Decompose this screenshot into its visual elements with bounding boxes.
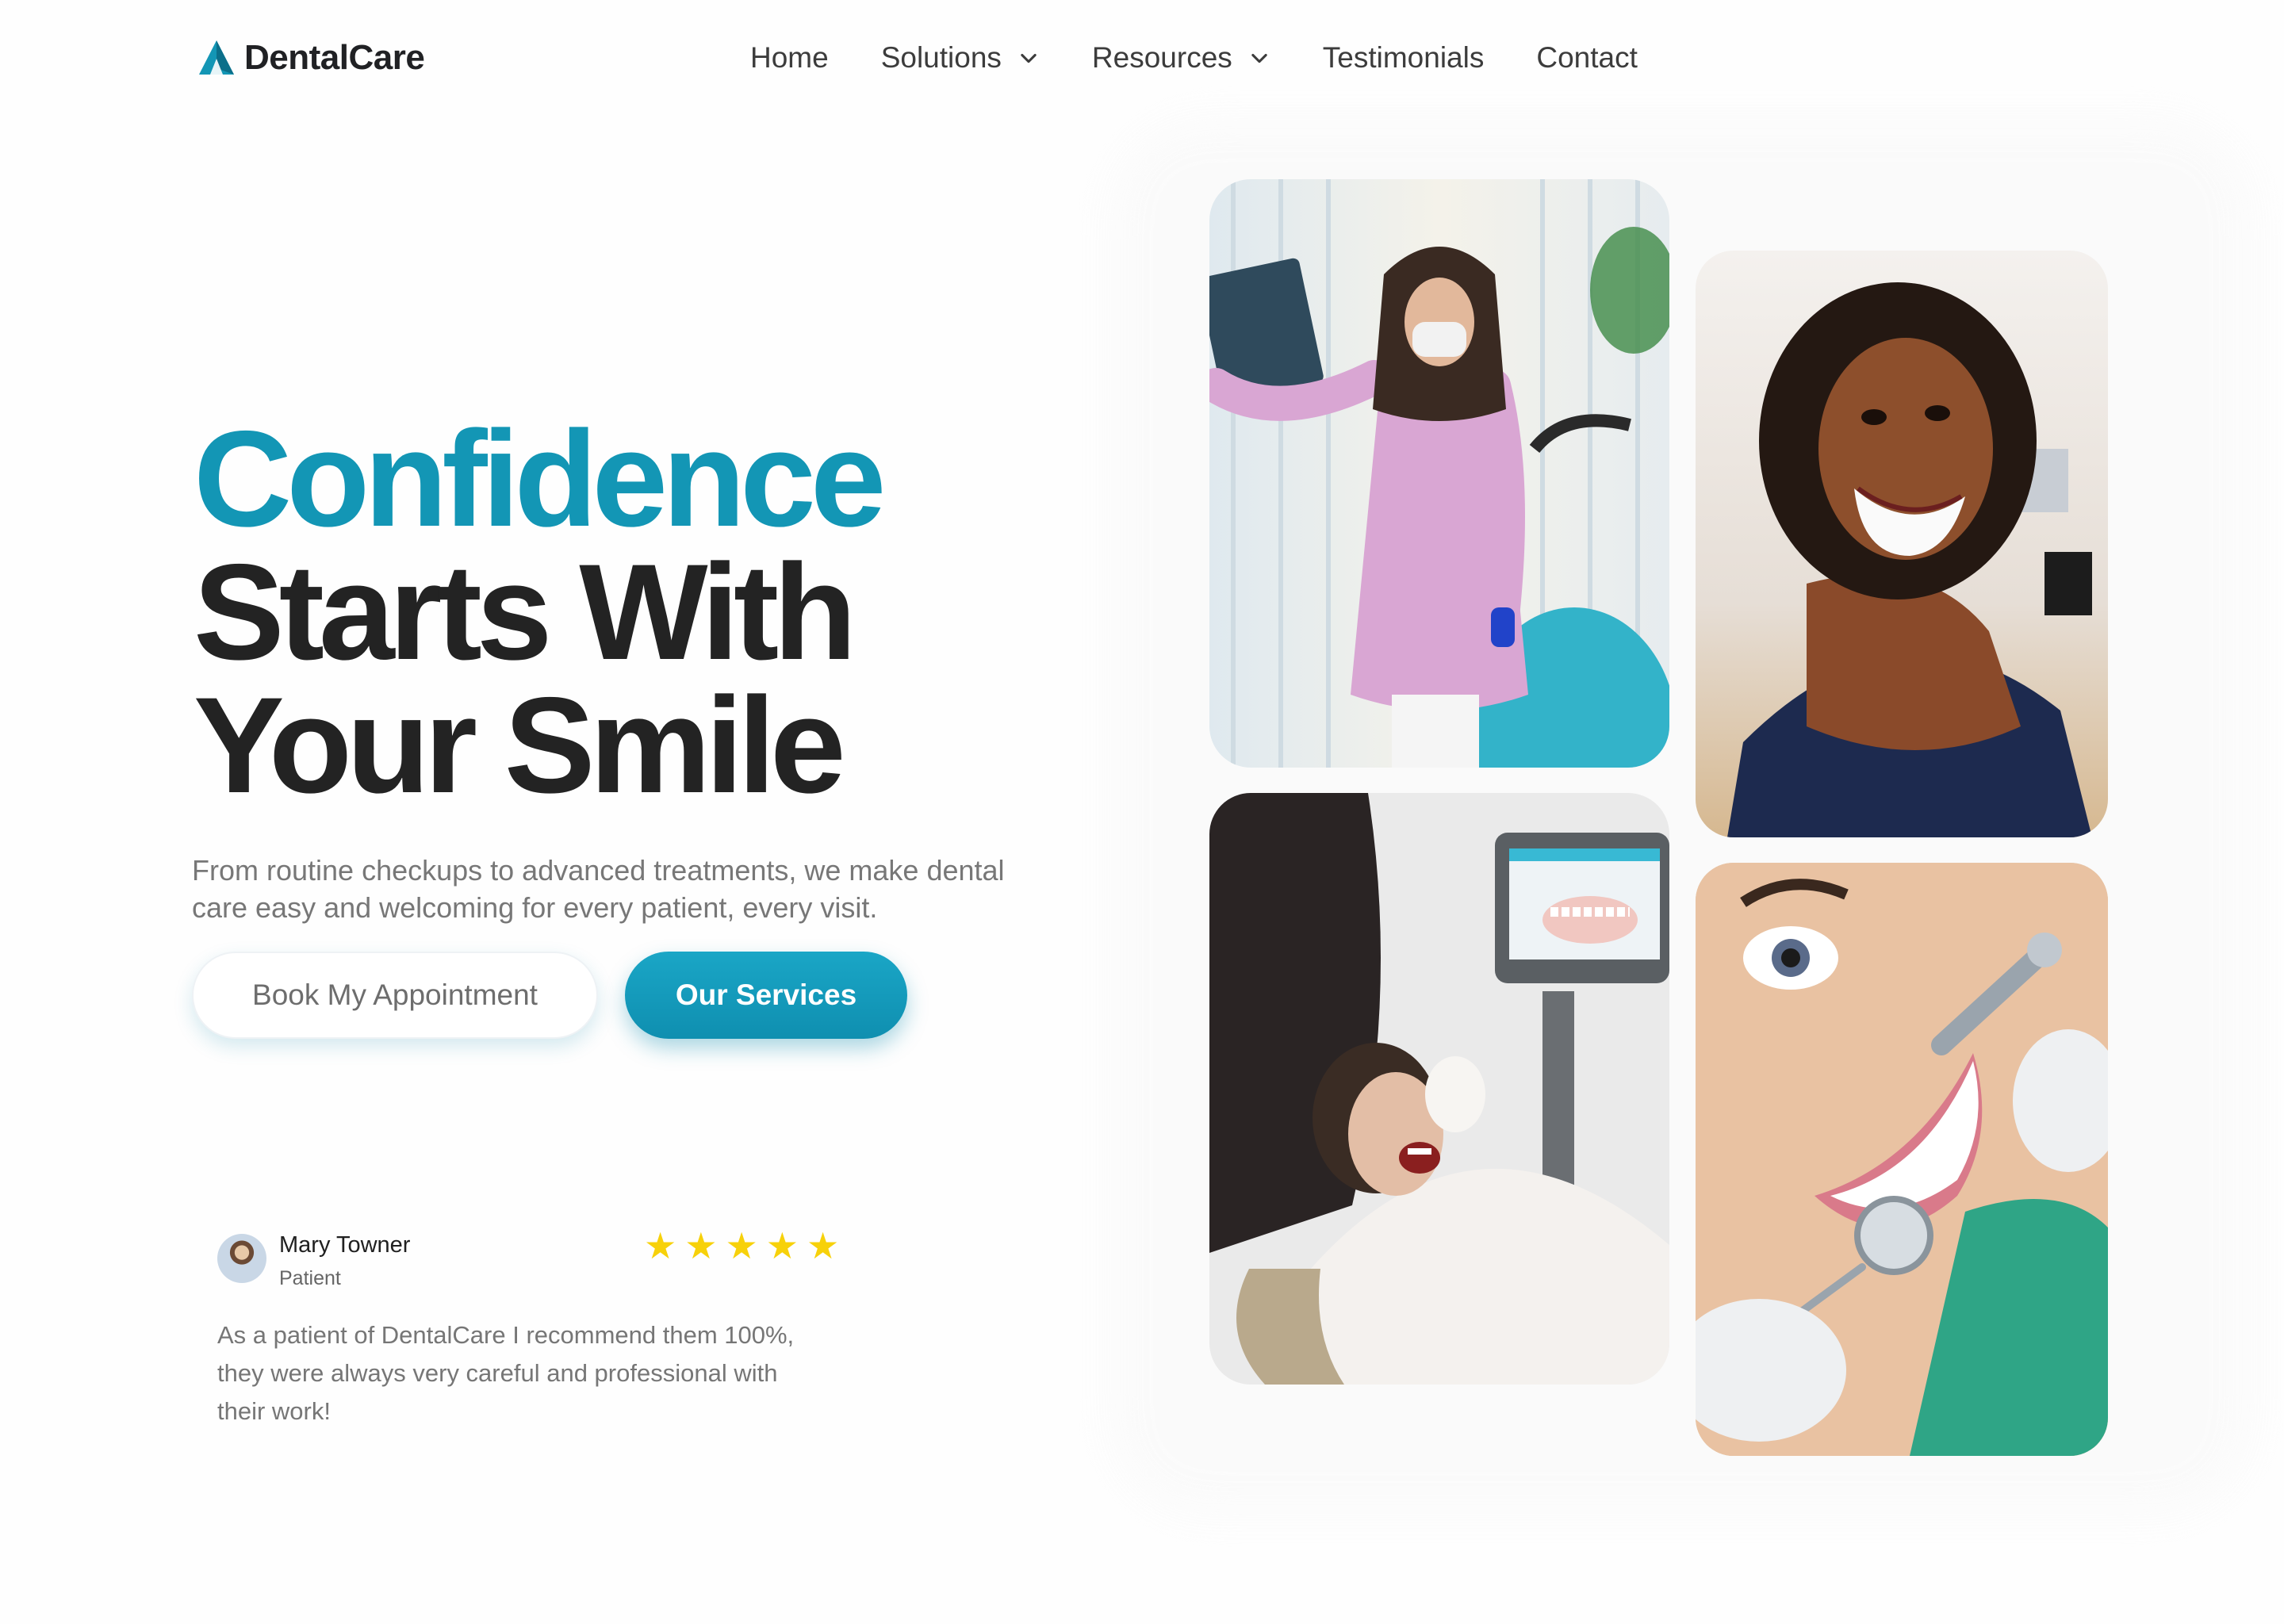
- nav-contact-label: Contact: [1536, 41, 1638, 74]
- nav-solutions[interactable]: Solutions: [881, 41, 1040, 75]
- nav-resources[interactable]: Resources: [1092, 41, 1270, 75]
- smiling-woman-photo: [1696, 251, 2108, 837]
- testimonial-role: Patient: [279, 1267, 341, 1289]
- nav-resources-label: Resources: [1091, 41, 1232, 74]
- hero-subtitle: From routine checkups to advanced treatm…: [192, 854, 1005, 924]
- chevron-down-icon: [1021, 53, 1037, 63]
- nav-testimonials[interactable]: Testimonials: [1323, 41, 1485, 75]
- main-nav: Home Solutions Resources Testimonials Co…: [750, 41, 1690, 75]
- star-icon: ★: [644, 1225, 677, 1266]
- hero-headline: Confidence Starts With Your Smile: [194, 403, 887, 822]
- nav-contact[interactable]: Contact: [1536, 41, 1638, 75]
- patient-exam-photo: [1209, 793, 1669, 1385]
- rating-stars: ★ ★ ★ ★ ★: [644, 1228, 839, 1264]
- star-icon: ★: [725, 1225, 758, 1266]
- chevron-down-icon: [1251, 53, 1267, 63]
- headline-line-3: Your Smile: [194, 669, 846, 822]
- nav-testimonials-label: Testimonials: [1322, 41, 1485, 74]
- star-icon: ★: [807, 1225, 840, 1266]
- nav-home[interactable]: Home: [750, 41, 829, 75]
- star-icon: ★: [765, 1225, 799, 1266]
- testimonial-name: Mary Towner: [279, 1232, 411, 1258]
- headline-accent: Confidence: [194, 403, 887, 555]
- our-services-button[interactable]: Our Services: [625, 952, 907, 1039]
- logo-icon: [199, 40, 234, 75]
- testimonial-quote: As a patient of DentalCare I recommend t…: [217, 1321, 795, 1425]
- dentist-xray-photo: [1209, 179, 1669, 768]
- headline-line-2: Starts With: [194, 536, 856, 688]
- nav-solutions-label: Solutions: [880, 41, 1002, 74]
- brand-logo[interactable]: DentalCare: [197, 38, 425, 78]
- book-appointment-button[interactable]: Book My Appointment: [192, 952, 598, 1039]
- star-icon: ★: [684, 1225, 718, 1266]
- brand-name: DentalCare: [244, 38, 425, 77]
- avatar: [217, 1234, 266, 1283]
- landing-page: DentalCare Home Solutions Resources Test…: [0, 0, 2284, 1624]
- nav-home-label: Home: [750, 41, 829, 74]
- dental-cleaning-photo: [1696, 863, 2108, 1456]
